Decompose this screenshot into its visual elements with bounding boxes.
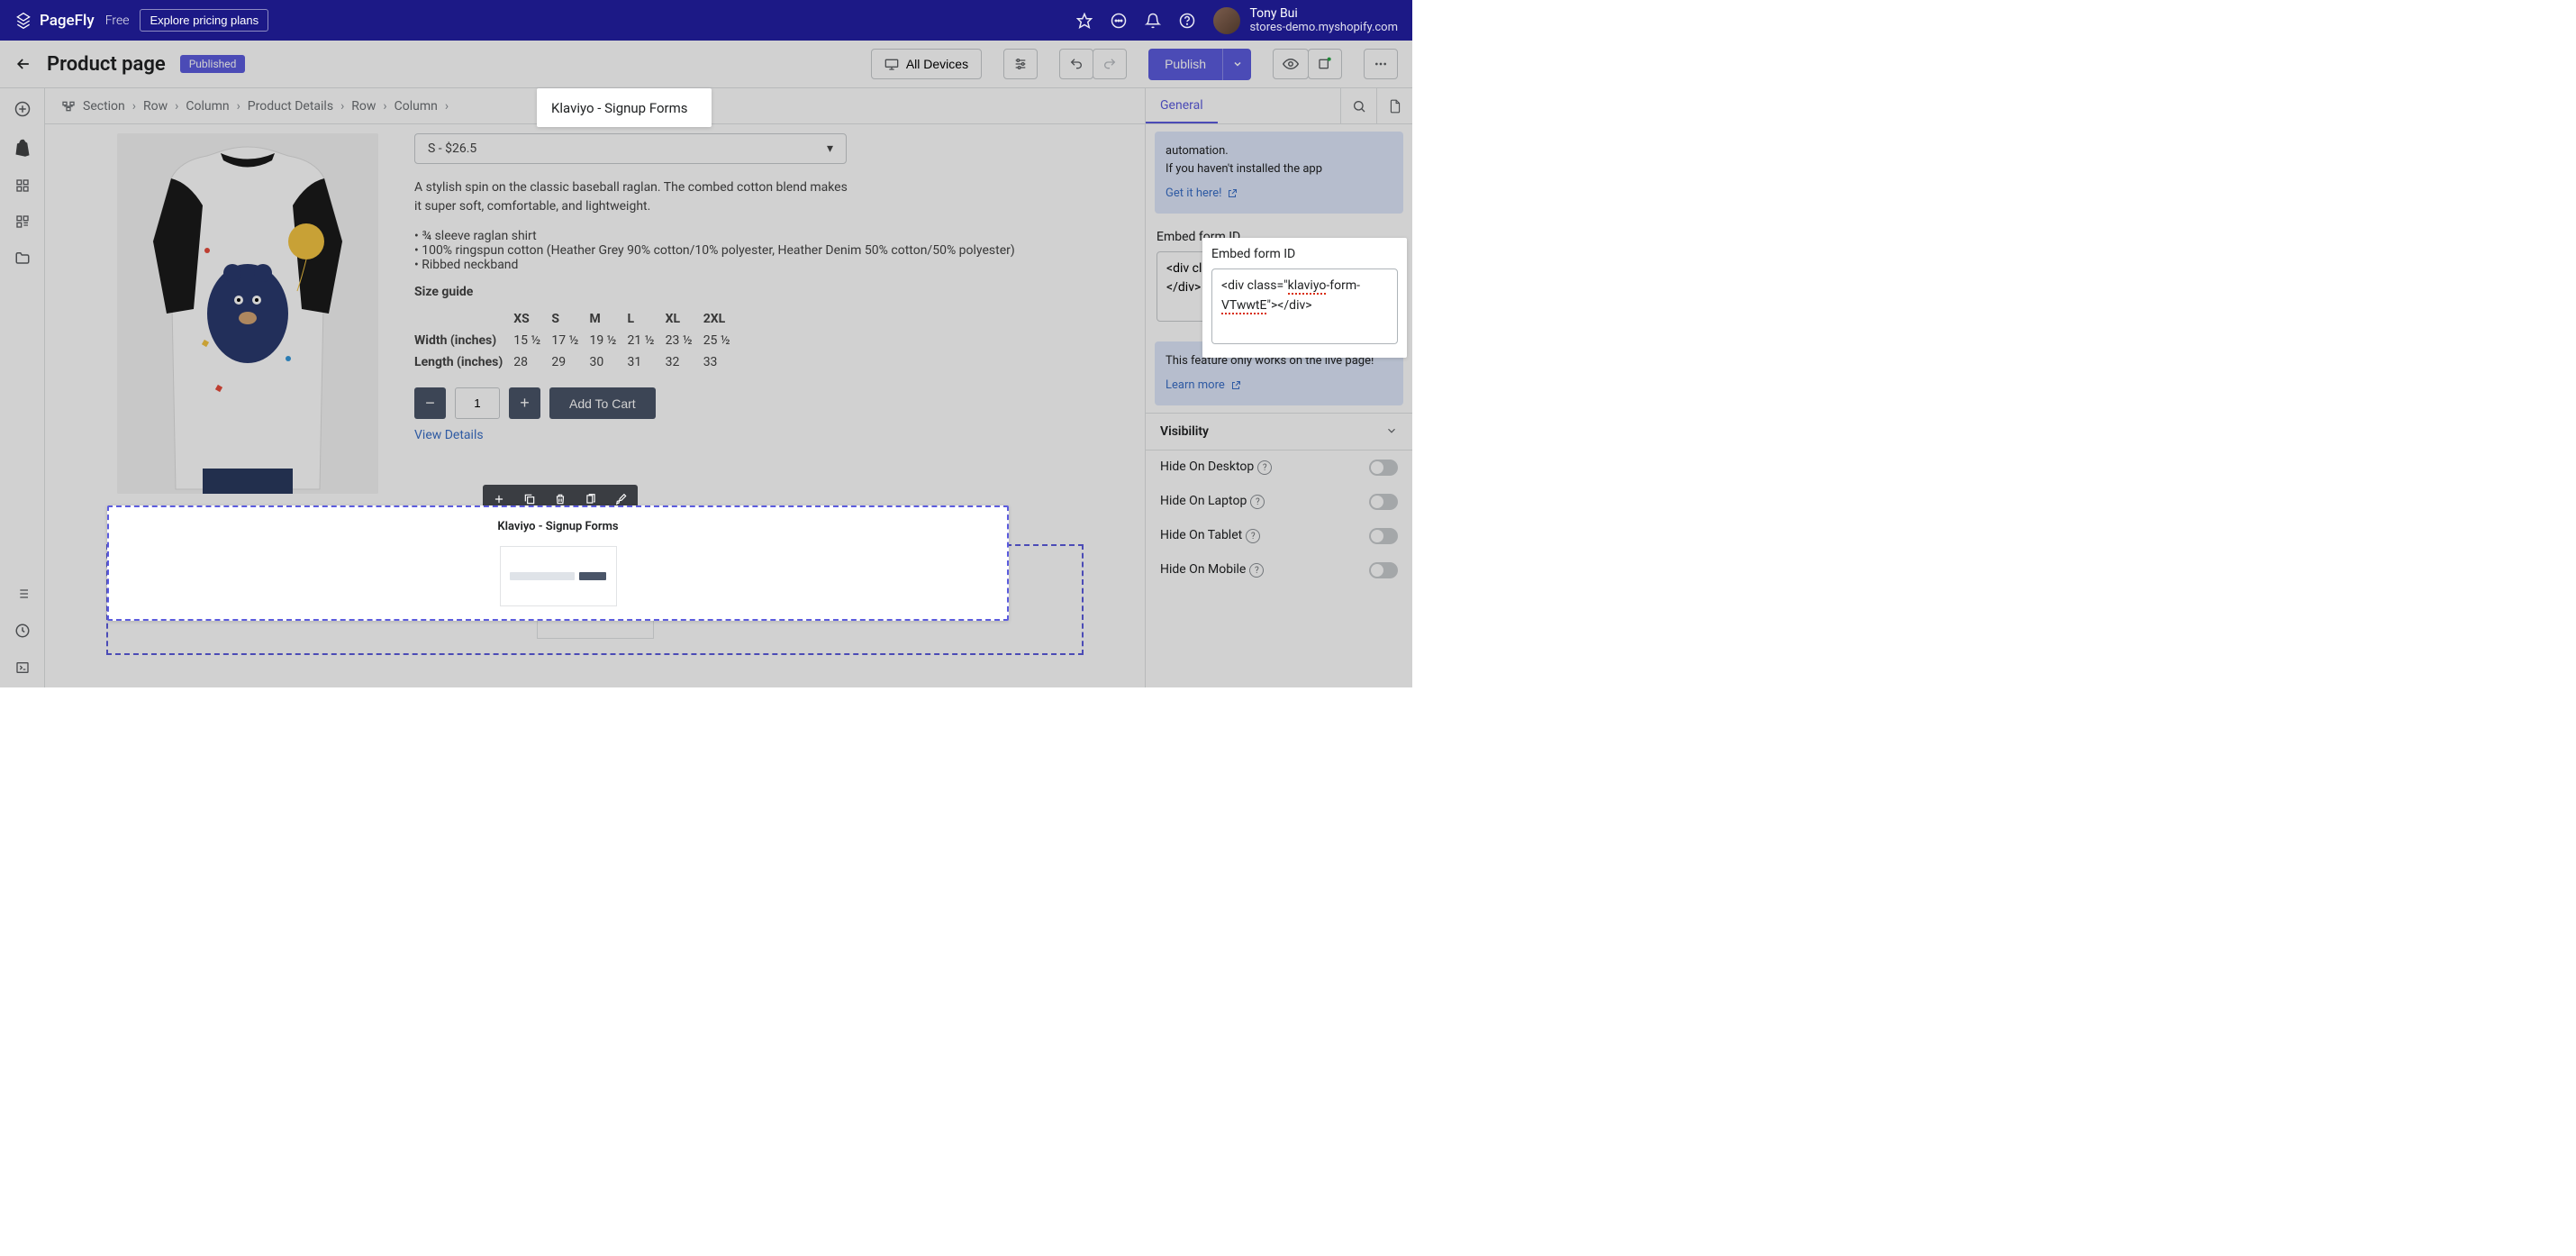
eye-icon xyxy=(1283,58,1299,70)
learn-more-link[interactable]: Learn more xyxy=(1166,377,1241,395)
help-icon[interactable] xyxy=(1179,13,1195,29)
search-button[interactable] xyxy=(1340,88,1376,123)
more-button[interactable] xyxy=(1364,49,1398,79)
qty-decrease-button[interactable]: − xyxy=(414,387,446,419)
explore-pricing-button[interactable]: Explore pricing plans xyxy=(140,9,268,32)
crumb-column[interactable]: Column xyxy=(186,99,229,114)
publish-button[interactable]: Publish xyxy=(1148,49,1222,80)
crumb-row-2[interactable]: Row xyxy=(351,99,376,114)
chevron-down-icon xyxy=(1385,424,1398,439)
embed-form-section: Embed form ID xyxy=(1155,226,1403,329)
publish-dropdown-button[interactable] xyxy=(1222,49,1251,80)
variant-select[interactable]: S - $26.5 ▾ xyxy=(414,133,847,164)
add-to-cart-button[interactable]: Add To Cart xyxy=(549,387,656,419)
search-icon xyxy=(1352,99,1366,114)
klaviyo-block-title: Klaviyo - Signup Forms xyxy=(122,560,1067,574)
size-guide-heading: Size guide xyxy=(414,285,1073,299)
tab-general[interactable]: General xyxy=(1146,88,1218,123)
external-link-icon xyxy=(1230,380,1241,391)
get-it-here-link[interactable]: Get it here! xyxy=(1166,185,1238,203)
hide-tablet-row: Hide On Tablet? xyxy=(1146,519,1412,553)
console-icon[interactable] xyxy=(15,660,30,675)
hide-mobile-row: Hide On Mobile? xyxy=(1146,553,1412,587)
hide-laptop-row: Hide On Laptop? xyxy=(1146,485,1412,519)
back-arrow-icon[interactable] xyxy=(14,55,32,73)
user-name: Tony Bui xyxy=(1249,6,1398,21)
hide-desktop-toggle[interactable] xyxy=(1369,460,1398,476)
brand-logo[interactable]: PageFly Free xyxy=(14,12,129,30)
chevron-down-icon: ▾ xyxy=(827,141,833,156)
crumb-column-2[interactable]: Column xyxy=(395,99,438,114)
crumb-row[interactable]: Row xyxy=(143,99,168,114)
selection-toolbar xyxy=(483,485,638,514)
save-block-icon[interactable] xyxy=(609,488,634,510)
product-image[interactable] xyxy=(117,133,378,494)
chevron-down-icon xyxy=(1232,59,1243,69)
external-link-icon xyxy=(1227,188,1238,199)
star-icon[interactable] xyxy=(1076,13,1093,29)
hide-laptop-toggle[interactable] xyxy=(1369,494,1398,510)
redo-icon xyxy=(1102,57,1117,71)
live-view-button[interactable] xyxy=(1308,49,1342,79)
page-title: Product page xyxy=(47,53,166,76)
hide-tablet-toggle[interactable] xyxy=(1369,528,1398,544)
product-bullets: ¾ sleeve raglan shirt 100% ringspun cott… xyxy=(414,229,1073,272)
add-element-button[interactable] xyxy=(14,101,31,117)
klaviyo-placeholder xyxy=(537,587,654,639)
devices-icon xyxy=(884,58,899,70)
document-icon xyxy=(1389,99,1401,114)
status-badge: Published xyxy=(180,55,246,73)
klaviyo-signup-block[interactable]: Klaviyo - Signup Forms xyxy=(106,544,1084,655)
crumb-product-details[interactable]: Product Details xyxy=(248,99,333,114)
avatar[interactable] xyxy=(1213,7,1240,34)
dots-icon xyxy=(1374,57,1388,71)
breadcrumb: Section› Row› Column› Product Details› R… xyxy=(45,88,1145,124)
folder-icon[interactable] xyxy=(14,250,31,265)
duplicate-icon[interactable] xyxy=(517,488,542,510)
blocks-icon[interactable] xyxy=(15,214,30,229)
embed-form-label: Embed form ID xyxy=(1156,230,1401,244)
grid-icon[interactable] xyxy=(15,178,30,193)
copy-styles-button[interactable] xyxy=(1376,88,1412,123)
settings-button[interactable] xyxy=(1003,49,1038,79)
help-icon[interactable]: ? xyxy=(1246,529,1260,543)
qty-input[interactable] xyxy=(455,387,500,419)
history-icon[interactable] xyxy=(14,623,31,639)
help-icon[interactable]: ? xyxy=(1249,563,1264,578)
view-details-link[interactable]: View Details xyxy=(414,428,484,442)
product-description: A stylish spin on the classic baseball r… xyxy=(414,178,856,216)
store-domain: stores-demo.myshopify.com xyxy=(1249,21,1398,34)
redo-button[interactable] xyxy=(1093,49,1127,79)
chat-icon[interactable] xyxy=(1111,13,1127,29)
pagefly-logo-icon xyxy=(14,12,32,30)
undo-icon xyxy=(1069,57,1084,71)
outline-icon[interactable] xyxy=(15,587,30,601)
bell-icon[interactable] xyxy=(1145,13,1161,29)
add-icon[interactable] xyxy=(486,488,512,510)
external-icon xyxy=(1318,57,1332,71)
embed-form-input[interactable] xyxy=(1156,251,1401,322)
undo-button[interactable] xyxy=(1059,49,1093,79)
live-page-info-box: This feature only works on the live page… xyxy=(1155,341,1403,405)
brand-name: PageFly xyxy=(40,12,95,30)
user-menu[interactable]: Tony Bui stores-demo.myshopify.com xyxy=(1249,6,1398,34)
hide-desktop-row: Hide On Desktop? xyxy=(1146,451,1412,485)
copy-icon[interactable] xyxy=(578,488,603,510)
help-icon[interactable]: ? xyxy=(1250,495,1265,509)
crumb-section[interactable]: Section xyxy=(83,99,125,114)
preview-button[interactable] xyxy=(1273,49,1309,79)
help-icon[interactable]: ? xyxy=(1257,460,1272,475)
qty-increase-button[interactable]: + xyxy=(509,387,540,419)
install-info-box: automation. If you haven't installed the… xyxy=(1155,132,1403,214)
hide-mobile-toggle[interactable] xyxy=(1369,562,1398,578)
all-devices-button[interactable]: All Devices xyxy=(871,49,982,79)
shopify-icon[interactable] xyxy=(14,139,31,157)
sliders-icon xyxy=(1013,57,1028,71)
size-table: XSSMLXL2XL Width (inches) 15 ½17 ½19 ½21… xyxy=(414,308,741,373)
delete-icon[interactable] xyxy=(548,488,573,510)
tree-icon xyxy=(61,100,76,113)
visibility-section-header[interactable]: Visibility xyxy=(1146,413,1412,451)
plan-label: Free xyxy=(105,14,130,28)
